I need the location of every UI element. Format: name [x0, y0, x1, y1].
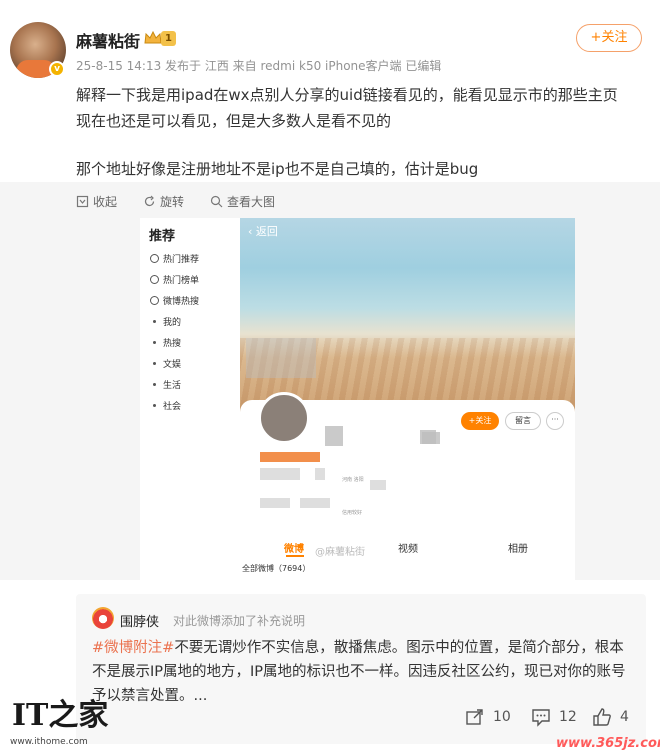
sidebar-item: 生活	[150, 378, 181, 391]
clock-icon	[150, 275, 159, 284]
tab-underline	[286, 555, 304, 557]
rotate-button[interactable]: 旋转	[143, 193, 184, 210]
comment-icon	[532, 709, 550, 727]
profile-location: 河南 洛阳	[342, 477, 364, 483]
bullet-icon	[153, 320, 156, 323]
share-icon	[466, 709, 483, 725]
view-large-button[interactable]: 查看大图	[210, 193, 275, 210]
weibo-logo-icon	[92, 607, 114, 629]
mosaic-blur	[260, 452, 320, 462]
collapse-icon	[76, 195, 89, 208]
verified-badge-icon: v	[49, 61, 65, 77]
rotate-icon	[144, 195, 155, 207]
mosaic-blur	[315, 468, 325, 480]
comment-count: 12	[559, 709, 577, 725]
collapse-label: 收起	[93, 195, 118, 209]
like-count: 4	[620, 709, 629, 725]
bullet-icon	[153, 341, 156, 344]
profile-avatar	[258, 392, 310, 444]
corner-watermark: www.365jz.com	[556, 736, 660, 751]
like-button[interactable]: 4	[592, 707, 629, 727]
profile-more-button: ···	[546, 412, 564, 430]
follow-button[interactable]: +关注	[576, 24, 642, 52]
sidebar-item: 热搜	[150, 336, 181, 349]
mosaic-blur	[422, 432, 440, 444]
post-header: v 麻薯粘街 1 +关注 25-8-15 14:13 发布于 江西 来自 red…	[0, 0, 660, 80]
sidebar-item: 社会	[150, 399, 181, 412]
profile-follow-button: +关注	[461, 412, 499, 430]
post-body-line-2: 现在也还是可以看见，但是大多数人是看不见的	[76, 112, 392, 130]
post-meta: 25-8-15 14:13 发布于 江西 来自 redmi k50 iPhone…	[76, 59, 442, 73]
profile-message-button: 留言	[505, 412, 541, 430]
notice-text: #微博附注#不要无谓炒作不实信息，散播焦虑。图示中的位置，是简介部分，根本不是展…	[92, 636, 636, 708]
sidebar-item: 微博热搜	[150, 294, 199, 307]
zoom-icon	[210, 195, 223, 208]
flame-icon	[150, 254, 159, 263]
notice-account-name[interactable]: 围脖侠	[120, 611, 159, 630]
repost-count: 10	[493, 709, 511, 725]
ithome-url: www.ithome.com	[10, 737, 88, 747]
back-button: ‹ 返回	[248, 225, 278, 238]
sidebar-item: 我的	[150, 315, 181, 328]
screenshot-sidebar: 推荐 热门推荐 热门榜单 微博热搜 我的 热搜 文娱 生活 社会	[140, 218, 240, 580]
image-toolbar: 收起 旋转 查看大图	[0, 182, 660, 218]
post-body-line-1: 解释一下我是用ipad在wx点别人分享的uid链接看见的，能看见显示市的那些主页	[76, 86, 618, 104]
sidebar-item: 热门榜单	[150, 273, 199, 286]
collapse-button[interactable]: 收起	[76, 193, 117, 210]
all-weibo-label: 全部微博（7694）	[242, 564, 311, 573]
comment-button[interactable]: 12	[531, 707, 577, 727]
user-level-badge: 1	[161, 31, 176, 46]
rotate-label: 旋转	[160, 195, 185, 209]
bullet-icon	[153, 404, 156, 407]
bullet-icon	[153, 362, 156, 365]
thumbs-up-icon	[593, 708, 611, 726]
screenshot-profile: ‹ 返回 +关注 留言 ··· 河南 洛阳 信用较好 微博 视频 相册 @麻薯粘…	[240, 218, 575, 580]
image-watermark: @麻薯粘街	[315, 547, 365, 558]
view-large-label: 查看大图	[227, 195, 276, 209]
repost-button[interactable]: 10	[465, 707, 511, 727]
notice-tag[interactable]: #微博附注#	[92, 640, 174, 656]
bullet-icon	[153, 383, 156, 386]
crown-icon	[144, 31, 162, 44]
profile-tab-weibo: 微博	[284, 544, 304, 555]
mosaic-blur	[246, 338, 316, 378]
profile-tab-album: 相册	[508, 544, 528, 555]
mosaic-blur	[325, 426, 343, 446]
notice-description: 对此微博添加了补充说明	[173, 614, 306, 628]
sidebar-item: 热门推荐	[150, 252, 199, 265]
username[interactable]: 麻薯粘街	[76, 28, 140, 52]
profile-credit: 信用较好	[342, 510, 363, 516]
mosaic-blur	[300, 498, 330, 508]
search-icon	[150, 296, 159, 305]
sidebar-title: 推荐	[149, 229, 176, 244]
profile-tab-video: 视频	[398, 544, 418, 555]
sidebar-item: 文娱	[150, 357, 181, 370]
ithome-logo: IT之家	[12, 698, 109, 733]
mosaic-blur	[260, 468, 300, 480]
mosaic-blur	[260, 498, 290, 508]
mosaic-blur	[370, 480, 386, 490]
post-body-line-3: 那个地址好像是注册地址不是ip也不是自己填的，估计是bug	[76, 160, 479, 178]
